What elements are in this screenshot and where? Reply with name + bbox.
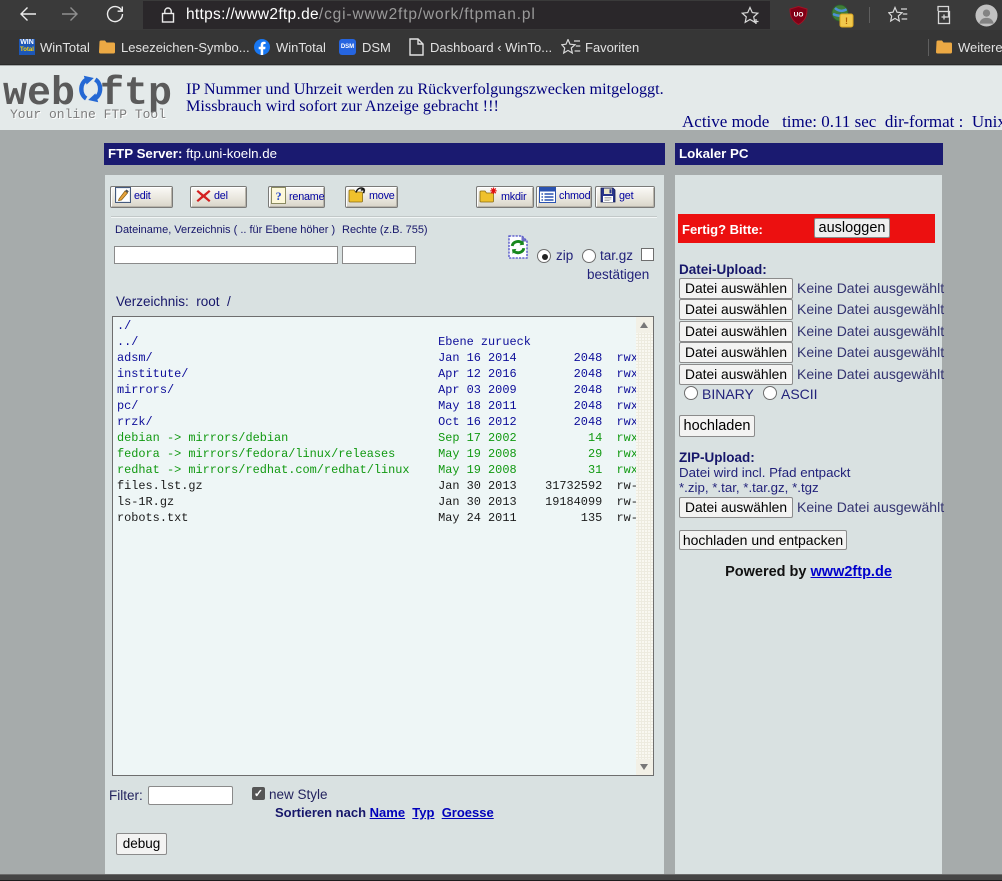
svg-text:UO: UO <box>794 12 804 19</box>
svg-text:?: ? <box>276 189 282 203</box>
svg-text:!: ! <box>845 16 848 26</box>
